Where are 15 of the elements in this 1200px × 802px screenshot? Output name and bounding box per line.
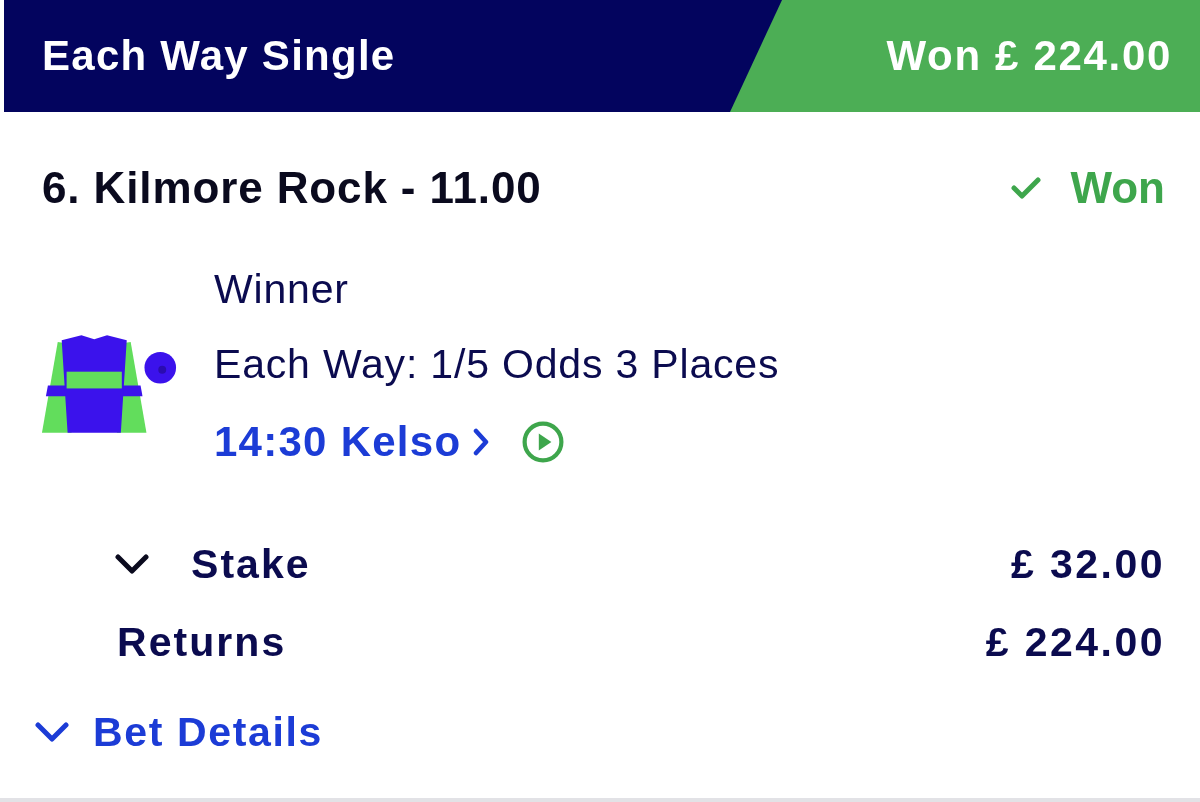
race-link[interactable]: 14:30 Kelso	[214, 421, 490, 463]
each-way-terms: Each Way: 1/5 Odds 3 Places	[214, 344, 780, 385]
returns-amount: £ 224.00	[985, 621, 1165, 663]
result-amount: Won £ 224.00	[886, 35, 1172, 77]
play-icon[interactable]	[522, 421, 565, 463]
bet-details-toggle[interactable]: Bet Details	[35, 711, 323, 753]
market-label: Winner	[214, 269, 349, 310]
selection-name: 6. Kilmore Rock - 11.00	[42, 166, 542, 210]
bet-type-title: Each Way Single	[42, 35, 396, 77]
stake-amount: £ 32.00	[1011, 543, 1165, 585]
jersey-icon	[40, 334, 178, 435]
chevron-right-icon	[473, 428, 490, 456]
status-label: Won	[1070, 166, 1165, 210]
stake-toggle[interactable]: Stake	[115, 543, 311, 585]
returns-label: Returns	[117, 621, 287, 663]
